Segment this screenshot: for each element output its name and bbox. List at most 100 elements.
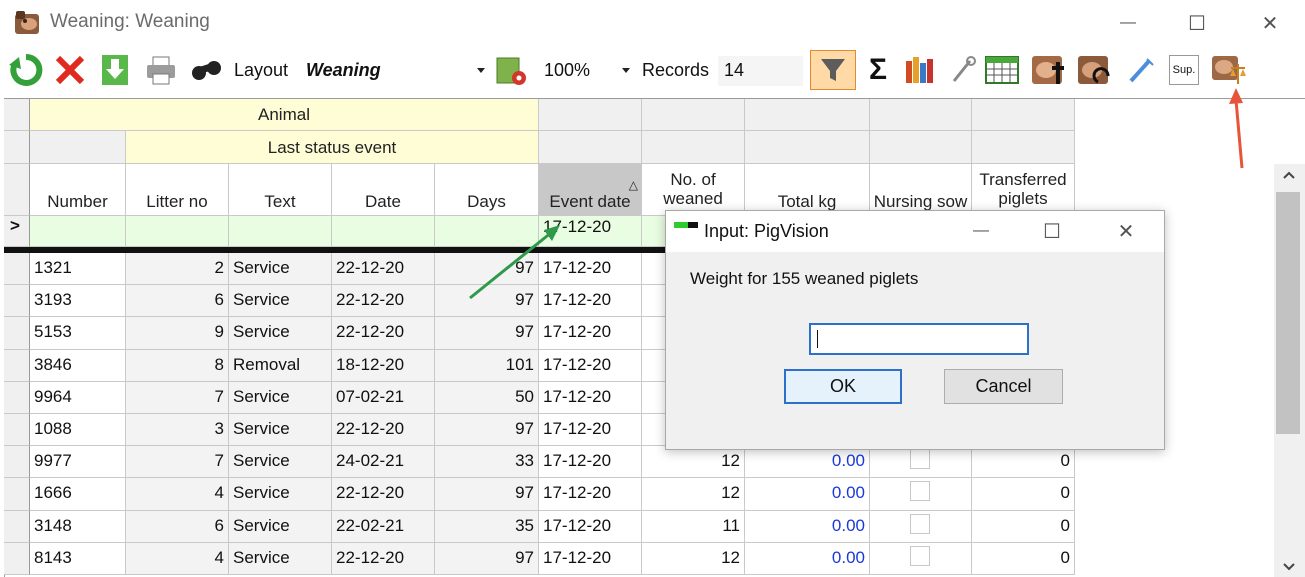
row-header[interactable] xyxy=(4,381,30,414)
cell-text[interactable]: Service xyxy=(229,542,332,575)
add-animal-button[interactable] xyxy=(1030,52,1066,88)
dialog-minimize-button[interactable]: — xyxy=(961,214,1001,248)
column-header-transferred-piglets[interactable]: Transferred piglets xyxy=(972,164,1075,216)
cell-nursing-sow[interactable] xyxy=(870,510,972,543)
row-header[interactable] xyxy=(4,253,30,286)
print-button[interactable] xyxy=(143,52,179,88)
cell-nursing-sow[interactable] xyxy=(870,478,972,511)
cell-text[interactable]: Service xyxy=(229,285,332,318)
cell-no-of-weaned[interactable]: 12 xyxy=(642,478,745,511)
cell-event-date[interactable]: 17-12-20 xyxy=(539,542,642,575)
cell-days[interactable]: 97 xyxy=(435,478,539,511)
nursing-sow-checkbox[interactable] xyxy=(910,545,930,566)
nursing-sow-checkbox[interactable] xyxy=(910,449,930,470)
column-header-litter-no[interactable]: Litter no xyxy=(126,164,229,216)
row-header[interactable] xyxy=(4,285,30,318)
layout-select[interactable]: Weaning xyxy=(300,56,492,86)
cell-litter-no[interactable]: 9 xyxy=(126,317,229,350)
find-button[interactable] xyxy=(188,52,224,88)
cell-event-date[interactable]: 17-12-20 xyxy=(539,414,642,447)
new-row-cell[interactable] xyxy=(30,216,126,247)
new-row-cell[interactable] xyxy=(126,216,229,247)
cell-number[interactable]: 3846 xyxy=(30,349,126,382)
cell-number[interactable]: 3148 xyxy=(30,510,126,543)
cell-date[interactable]: 22-02-21 xyxy=(332,510,435,543)
cell-date[interactable]: 22-12-20 xyxy=(332,285,435,318)
scrollbar-thumb[interactable] xyxy=(1276,192,1300,434)
cell-total-kg[interactable]: 0.00 xyxy=(745,542,870,575)
cell-days[interactable]: 35 xyxy=(435,510,539,543)
cell-nursing-sow[interactable] xyxy=(870,542,972,575)
cell-litter-no[interactable]: 6 xyxy=(126,510,229,543)
cell-text[interactable]: Removal xyxy=(229,349,332,382)
row-header[interactable] xyxy=(4,446,30,479)
cell-number[interactable]: 8143 xyxy=(30,542,126,575)
column-header-number[interactable]: Number xyxy=(30,164,126,216)
cell-days[interactable]: 97 xyxy=(435,285,539,318)
cell-litter-no[interactable]: 6 xyxy=(126,285,229,318)
ok-button[interactable]: OK xyxy=(784,369,902,404)
sum-button[interactable]: Σ xyxy=(860,52,896,88)
scroll-down-icon[interactable] xyxy=(1282,562,1296,572)
cell-date[interactable]: 22-12-20 xyxy=(332,253,435,286)
cell-text[interactable]: Service xyxy=(229,381,332,414)
nursing-sow-checkbox[interactable] xyxy=(910,513,930,534)
cell-event-date[interactable]: 17-12-20 xyxy=(539,253,642,286)
row-header[interactable] xyxy=(4,478,30,511)
select-all-corner[interactable] xyxy=(4,164,30,216)
close-button[interactable]: ✕ xyxy=(1250,6,1290,40)
cell-event-date[interactable]: 17-12-20 xyxy=(539,381,642,414)
cell-number[interactable]: 9977 xyxy=(30,446,126,479)
cell-text[interactable]: Service xyxy=(229,317,332,350)
new-row-cell[interactable] xyxy=(435,216,539,247)
cell-litter-no[interactable]: 7 xyxy=(126,381,229,414)
scroll-up-icon[interactable] xyxy=(1282,170,1296,180)
cell-no-of-weaned[interactable]: 12 xyxy=(642,446,745,479)
cell-total-kg[interactable]: 0.00 xyxy=(745,478,870,511)
row-header[interactable] xyxy=(4,510,30,543)
cell-days[interactable]: 101 xyxy=(435,349,539,382)
zoom-select[interactable]: 100% xyxy=(538,56,633,86)
column-header-nursing-sow[interactable]: Nursing sow xyxy=(870,164,972,216)
row-header[interactable] xyxy=(4,349,30,382)
cell-days[interactable]: 97 xyxy=(435,317,539,350)
column-header-event-date[interactable]: Event date △ xyxy=(539,164,642,216)
cell-no-of-weaned[interactable]: 11 xyxy=(642,510,745,543)
column-header-days[interactable]: Days xyxy=(435,164,539,216)
cell-litter-no[interactable]: 7 xyxy=(126,446,229,479)
cell-total-kg[interactable]: 0.00 xyxy=(745,510,870,543)
calendar-button[interactable] xyxy=(984,52,1020,88)
row-header[interactable] xyxy=(4,414,30,447)
cell-days[interactable]: 97 xyxy=(435,542,539,575)
cell-text[interactable]: Service xyxy=(229,446,332,479)
column-header-date[interactable]: Date xyxy=(332,164,435,216)
nursing-sow-checkbox[interactable] xyxy=(910,481,930,502)
cell-total-kg[interactable]: 0.00 xyxy=(745,446,870,479)
cell-text[interactable]: Service xyxy=(229,414,332,447)
supplier-button[interactable]: Sup. xyxy=(1166,52,1202,88)
delete-button[interactable] xyxy=(52,52,88,88)
cell-litter-no[interactable]: 4 xyxy=(126,478,229,511)
layout-settings-button[interactable] xyxy=(493,52,529,88)
tools-button[interactable] xyxy=(945,52,981,88)
filter-button[interactable] xyxy=(810,50,856,90)
move-animal-button[interactable] xyxy=(1076,52,1112,88)
new-row-cell[interactable] xyxy=(229,216,332,247)
cell-litter-no[interactable]: 8 xyxy=(126,349,229,382)
cell-date[interactable]: 22-12-20 xyxy=(332,414,435,447)
dialog-maximize-button[interactable]: ☐ xyxy=(1032,214,1072,248)
cell-event-date[interactable]: 17-12-20 xyxy=(539,317,642,350)
minimize-button[interactable]: — xyxy=(1108,6,1148,40)
save-button[interactable] xyxy=(97,52,133,88)
new-row-event-date[interactable]: 17-12-20 xyxy=(539,216,642,247)
cell-number[interactable]: 9964 xyxy=(30,381,126,414)
cell-number[interactable]: 1088 xyxy=(30,414,126,447)
cell-text[interactable]: Service xyxy=(229,478,332,511)
cell-date[interactable]: 22-12-20 xyxy=(332,478,435,511)
cell-event-date[interactable]: 17-12-20 xyxy=(539,446,642,479)
weigh-button[interactable] xyxy=(1210,52,1246,88)
refresh-button[interactable] xyxy=(8,52,44,88)
cell-litter-no[interactable]: 3 xyxy=(126,414,229,447)
cell-days[interactable]: 50 xyxy=(435,381,539,414)
cell-transferred-piglets[interactable]: 0 xyxy=(972,542,1075,575)
